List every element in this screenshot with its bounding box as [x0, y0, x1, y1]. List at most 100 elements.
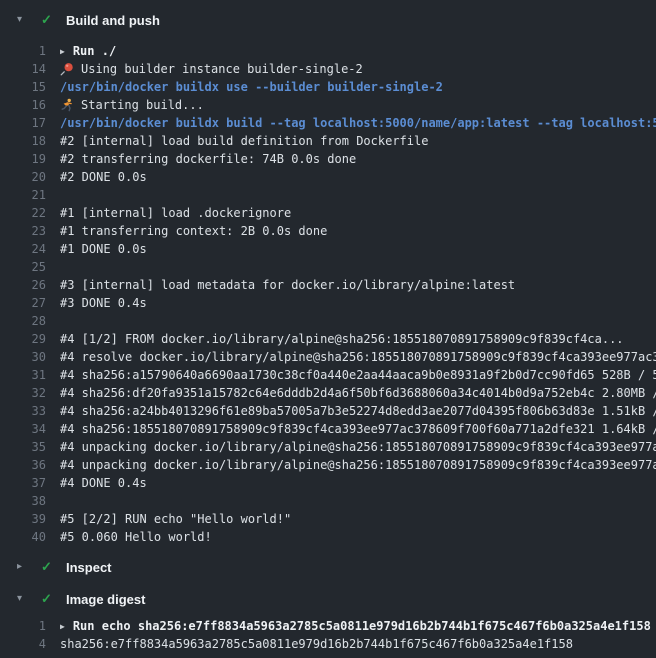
line-content: #2 [internal] load build definition from…: [60, 134, 656, 148]
pushpin-icon: [60, 62, 74, 76]
line-content: /usr/bin/docker buildx use --builder bui…: [60, 80, 656, 94]
line-number[interactable]: 20: [0, 170, 46, 184]
line-content: #4 sha256:185518070891758909c9f839cf4ca3…: [60, 422, 656, 436]
log-text: #3 [internal] load metadata for docker.i…: [60, 278, 515, 292]
line-number[interactable]: 40: [0, 530, 46, 544]
log-group-image-digest: ▾ ✓ Image digest 1 ▶ Run echo sha256:e7ff8…: [0, 589, 656, 653]
line-number[interactable]: 18: [0, 134, 46, 148]
line-number[interactable]: 23: [0, 224, 46, 238]
log-line: 16 Starting build...: [0, 96, 656, 114]
line-content: #4 sha256:a24bb4013296f61e89ba57005a7b3e…: [60, 404, 656, 418]
log-line: 21: [0, 186, 656, 204]
check-icon: ✓: [41, 557, 55, 577]
log-line: 27 #3 DONE 0.4s: [0, 294, 656, 312]
check-icon: ✓: [41, 589, 55, 609]
log-line: 22 #1 [internal] load .dockerignore: [0, 204, 656, 222]
line-content: #4 sha256:a15790640a6690aa1730c38cf0a440…: [60, 368, 656, 382]
expand-step-icon[interactable]: ▶: [60, 622, 65, 631]
line-number[interactable]: 39: [0, 512, 46, 526]
line-number[interactable]: 33: [0, 404, 46, 418]
line-number[interactable]: 38: [0, 494, 46, 508]
chevron-right-icon[interactable]: ▸: [17, 557, 29, 577]
log-text: #4 unpacking docker.io/library/alpine@sh…: [60, 440, 656, 454]
log-line: 31 #4 sha256:a15790640a6690aa1730c38cf0a4…: [0, 366, 656, 384]
log-line: 38: [0, 492, 656, 510]
line-content: #2 transferring dockerfile: 74B 0.0s don…: [60, 152, 656, 166]
line-content: #2 DONE 0.0s: [60, 170, 656, 184]
line-number[interactable]: 37: [0, 476, 46, 490]
log-line: 25: [0, 258, 656, 276]
log-text: #4 resolve docker.io/library/alpine@sha2…: [60, 350, 656, 364]
log-text: #4 sha256:a24bb4013296f61e89ba57005a7b3e…: [60, 404, 656, 418]
check-icon: ✓: [41, 10, 55, 30]
log-group-header[interactable]: ▾ ✓ Build and push: [0, 10, 656, 30]
line-number[interactable]: 31: [0, 368, 46, 382]
line-number[interactable]: 30: [0, 350, 46, 364]
line-number[interactable]: 34: [0, 422, 46, 436]
line-number[interactable]: 15: [0, 80, 46, 94]
line-number[interactable]: 22: [0, 206, 46, 220]
log-group-title: Image digest: [66, 592, 145, 607]
line-number[interactable]: 21: [0, 188, 46, 202]
log-text: #2 [internal] load build definition from…: [60, 134, 428, 148]
log-line: 14 Using builder instance builder-single-…: [0, 60, 656, 78]
log-text: Starting build...: [81, 98, 204, 112]
log-line: 26 #3 [internal] load metadata for docker…: [0, 276, 656, 294]
line-content: #4 sha256:df20fa9351a15782c64e6dddb2d4a6…: [60, 386, 656, 400]
line-number[interactable]: 29: [0, 332, 46, 346]
line-content: #5 0.060 Hello world!: [60, 530, 656, 544]
log-line: 36#4 unpacking docker.io/library/alpine@…: [0, 456, 656, 474]
log-group-header[interactable]: ▸ ✓ Inspect: [0, 557, 656, 577]
line-number[interactable]: 16: [0, 98, 46, 112]
line-content: #5 [2/2] RUN echo "Hello world!": [60, 512, 656, 526]
chevron-down-icon[interactable]: ▾: [17, 589, 29, 609]
log-text: #2 transferring dockerfile: 74B 0.0s don…: [60, 152, 356, 166]
log-line: 37 #4 DONE 0.4s: [0, 474, 656, 492]
line-content: #4 DONE 0.4s: [60, 476, 656, 490]
log-text: #2 DONE 0.0s: [60, 170, 147, 184]
log-line: 33 #4 sha256:a24bb4013296f61e89ba57005a7b…: [0, 402, 656, 420]
line-number[interactable]: 26: [0, 278, 46, 292]
line-number[interactable]: 25: [0, 260, 46, 274]
log-group-build-and-push: ▾ ✓ Build and push 1▶Run ./14Using build…: [0, 10, 656, 546]
expand-step-icon[interactable]: ▶: [60, 47, 65, 56]
line-number[interactable]: 35: [0, 440, 46, 454]
log-line: 19 #2 transferring dockerfile: 74B 0.0s d…: [0, 150, 656, 168]
line-content: #1 DONE 0.0s: [60, 242, 656, 256]
line-number[interactable]: 27: [0, 296, 46, 310]
runner-icon: [60, 98, 74, 112]
log-text: #1 transferring context: 2B 0.0s done: [60, 224, 327, 238]
line-number[interactable]: 32: [0, 386, 46, 400]
line-content: #4 resolve docker.io/library/alpine@sha2…: [60, 350, 656, 364]
line-content: Starting build...: [60, 98, 656, 112]
log-line: 39 #5 [2/2] RUN echo "Hello world!": [0, 510, 656, 528]
log-line: 15/usr/bin/docker buildx use --builder b…: [0, 78, 656, 96]
log-text: #1 [internal] load .dockerignore: [60, 206, 291, 220]
log-text: #5 0.060 Hello world!: [60, 530, 212, 544]
line-number[interactable]: 24: [0, 242, 46, 256]
workflow-log-viewer: { "colors": { "background": "#23282e", "…: [0, 0, 656, 658]
line-content: ▶ Run echo sha256:e7ff8834a5963a2785c5a08…: [60, 619, 656, 633]
line-number[interactable]: 14: [0, 62, 46, 76]
line-number[interactable]: 19: [0, 152, 46, 166]
log-text: #1 DONE 0.0s: [60, 242, 147, 256]
log-line: 35 #4 unpacking docker.io/library/alpine@…: [0, 438, 656, 456]
log-group-title: Inspect: [66, 560, 112, 575]
line-number[interactable]: 17: [0, 116, 46, 130]
log-line: 34 #4 sha256:185518070891758909c9f839cf4c…: [0, 420, 656, 438]
chevron-down-icon[interactable]: ▾: [17, 10, 29, 30]
line-content: /usr/bin/docker buildx build --tag local…: [60, 116, 656, 130]
line-number[interactable]: 36: [0, 458, 46, 472]
log-lines: 1 ▶ Run echo sha256:e7ff8834a5963a2785c5a0…: [0, 617, 656, 653]
line-number[interactable]: 1: [0, 619, 46, 633]
line-number[interactable]: 4: [0, 637, 46, 651]
line-content: #4 [1/2] FROM docker.io/library/alpine@s…: [60, 332, 656, 346]
line-number[interactable]: 1: [0, 44, 46, 58]
log-line: 18 #2 [internal] load build definition fr…: [0, 132, 656, 150]
line-number[interactable]: 28: [0, 314, 46, 328]
log-group-header[interactable]: ▾ ✓ Image digest: [0, 589, 656, 609]
line-content: Using builder instance builder-single-2: [60, 62, 656, 76]
log-line: 1 ▶ Run echo sha256:e7ff8834a5963a2785c5a0…: [0, 617, 656, 635]
log-text: Run echo sha256:e7ff8834a5963a2785c5a081…: [73, 619, 651, 633]
log-text: #3 DONE 0.4s: [60, 296, 147, 310]
